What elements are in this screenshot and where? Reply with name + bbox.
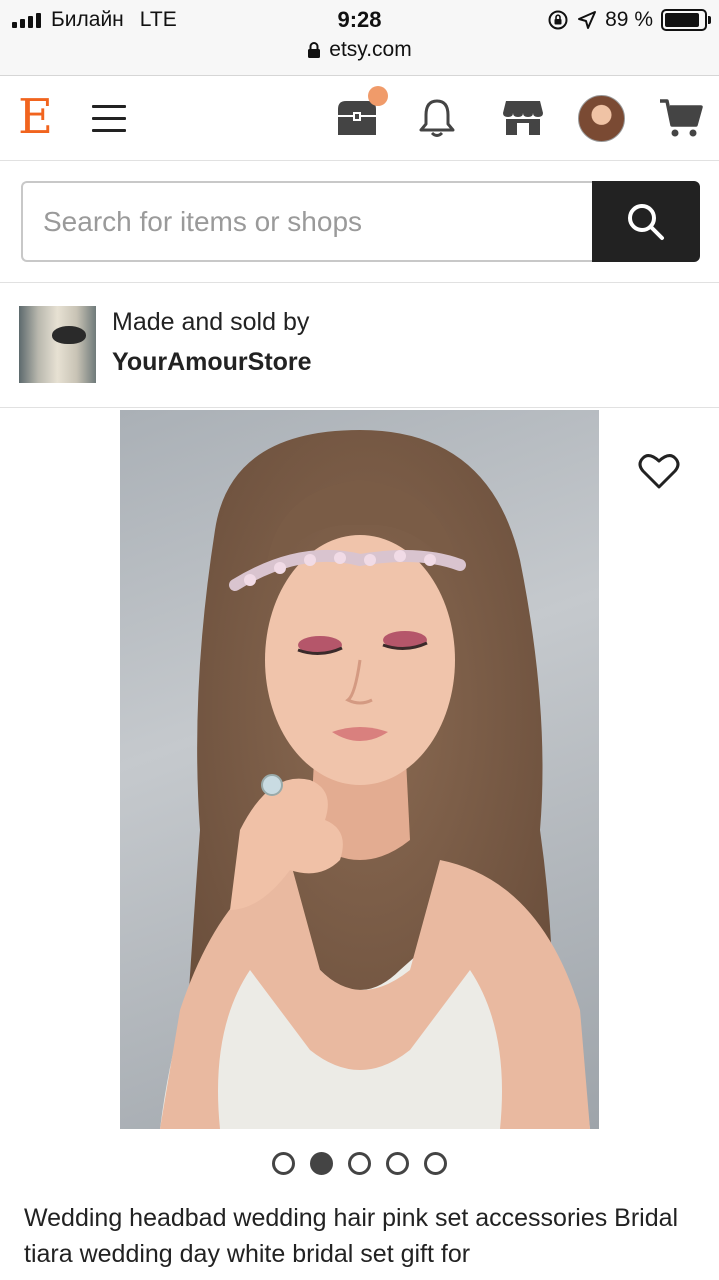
carousel-dot[interactable] (310, 1152, 333, 1175)
search-button[interactable] (592, 181, 700, 262)
listing-title: Wedding headbad wedding hair pink set ac… (24, 1204, 679, 1268)
carousel-dot[interactable] (424, 1152, 447, 1175)
status-right: 89 % (547, 8, 711, 32)
made-by-label: Made and sold by (112, 308, 310, 336)
seller-row[interactable]: Made and sold by YourAmourStore (0, 284, 719, 408)
user-avatar[interactable] (578, 95, 625, 142)
search-icon (628, 203, 664, 240)
battery-percent: 89 % (605, 8, 653, 31)
shop-icon[interactable] (500, 95, 546, 141)
product-image[interactable] (120, 410, 599, 1129)
carousel-dot[interactable] (386, 1152, 409, 1175)
favorite-heart-icon[interactable] (638, 452, 680, 490)
url-bar[interactable]: etsy.com (0, 38, 719, 62)
location-arrow-icon (578, 11, 597, 29)
bell-icon[interactable] (414, 95, 460, 141)
shop-thumbnail[interactable] (19, 306, 96, 383)
notification-dot (368, 86, 388, 106)
search-bar (0, 162, 719, 283)
menu-icon[interactable] (92, 105, 126, 133)
site-header: E (0, 77, 719, 161)
url-text: etsy.com (329, 38, 412, 61)
cart-icon[interactable] (658, 95, 704, 141)
lock-icon (308, 42, 321, 58)
carousel-dots (0, 1152, 719, 1175)
product-photo-illustration (160, 430, 590, 1129)
status-bar: Билайн LTE 9:28 89 % etsy.com (0, 0, 719, 76)
orientation-lock-icon (548, 10, 568, 30)
etsy-logo[interactable]: E (18, 89, 53, 145)
battery-icon (661, 9, 711, 31)
carousel-dot[interactable] (348, 1152, 371, 1175)
carousel-dot[interactable] (272, 1152, 295, 1175)
battery-fill (665, 13, 699, 27)
shop-name-link[interactable]: YourAmourStore (112, 348, 312, 377)
search-input[interactable] (21, 181, 593, 262)
